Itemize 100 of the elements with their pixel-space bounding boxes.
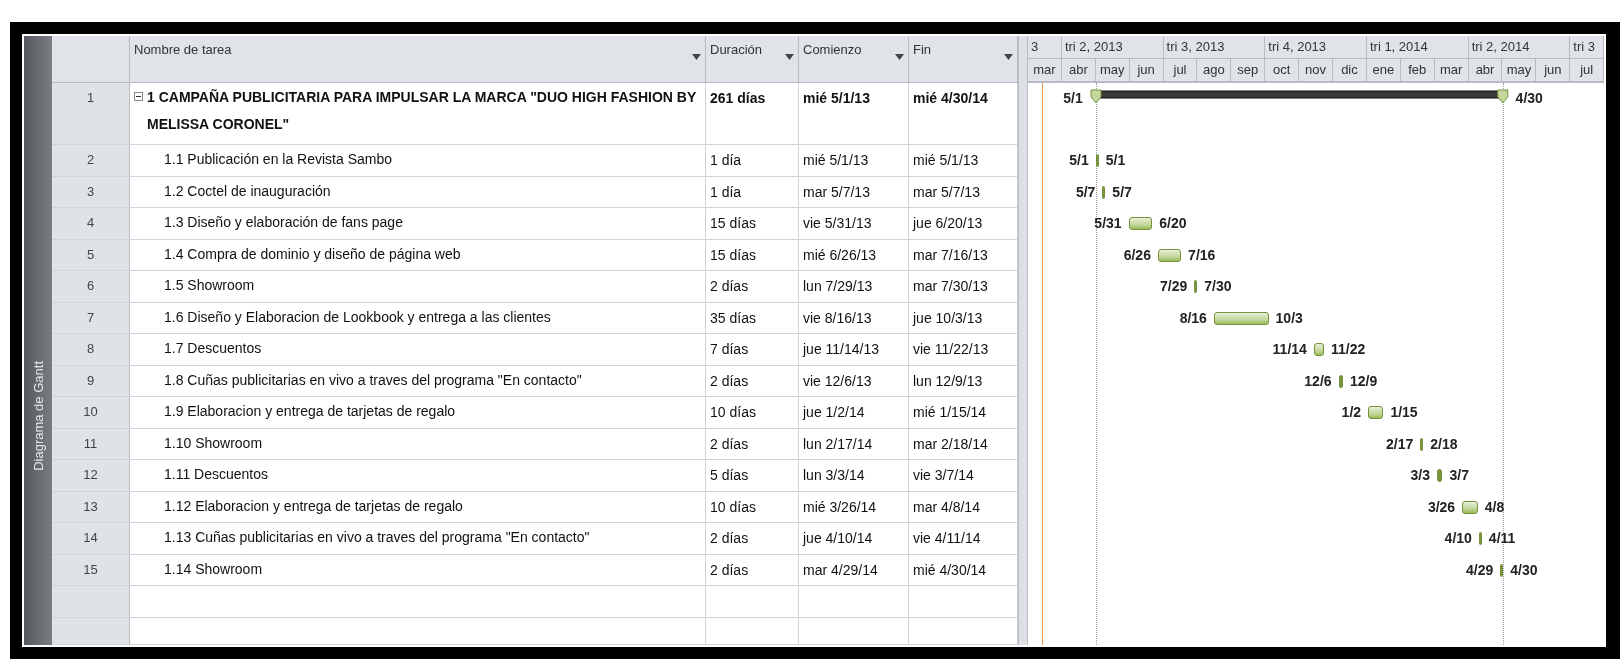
month-label: jun: [1544, 62, 1562, 77]
month-label: abr: [1475, 62, 1495, 77]
row-header[interactable]: 4: [52, 208, 130, 239]
row-header[interactable]: 9: [52, 365, 130, 396]
quarter-label: tri 4, 2013: [1268, 39, 1327, 54]
finish-date-cell: vie 4/11/14: [913, 530, 981, 546]
bar-start-date: 5/1: [1063, 90, 1083, 106]
quarter-label: 3: [1031, 39, 1039, 54]
row-header[interactable]: 14: [52, 523, 130, 554]
dropdown-arrow-icon[interactable]: [1004, 54, 1013, 60]
bar-end-date: 5/7: [1112, 183, 1132, 200]
summary-bar[interactable]: [1089, 89, 1509, 105]
finish-date-cell: mar 4/8/14: [913, 498, 980, 515]
bar-start-date: 6/26: [1123, 246, 1151, 263]
task-bar[interactable]: [1213, 311, 1269, 325]
row-header[interactable]: 7: [52, 302, 130, 333]
finish-date-cell: jue 10/3/13: [913, 309, 983, 326]
task-name: 1.5 Showroom: [164, 276, 255, 295]
task-bar[interactable]: [1462, 500, 1478, 514]
bar-start-date: 11/14: [1272, 341, 1307, 357]
month-label: abr: [1068, 62, 1088, 77]
row-header[interactable]: 5: [52, 239, 130, 270]
start-date-cell: lun 3/3/14: [803, 467, 865, 483]
task-name: 1 CAMPAÑA PUBLICITARIA PARA IMPULSAR LA MARCA "DUO HIGH FASHION BY MELISSA CORONEL": [147, 88, 697, 134]
month-label: feb: [1408, 62, 1427, 77]
bar-start-date: 2/17: [1386, 435, 1414, 452]
start-date-cell: vie 12/6/13: [803, 372, 872, 389]
bar-end-date: 7/16: [1188, 246, 1216, 263]
bar-end-date: 3/7: [1449, 467, 1469, 483]
start-date-cell: jue 11/14/13: [803, 341, 880, 357]
column-header[interactable]: Comienzo: [803, 42, 862, 57]
dropdown-arrow-icon[interactable]: [785, 54, 794, 60]
start-date-cell: vie 8/16/13: [803, 309, 872, 326]
start-date-cell: mié 5/1/13: [803, 90, 870, 106]
column-header[interactable]: Duración: [710, 42, 763, 57]
duration-cell: 261 días: [710, 90, 766, 106]
column-header[interactable]: Fin: [913, 42, 932, 57]
task-name: 1.8 Cuñas publicitarias en vivo a traves del programa "En contacto": [164, 370, 582, 390]
month-label: may: [1506, 62, 1532, 77]
month-label: jun: [1137, 62, 1155, 77]
quarter-label: tri 3, 2013: [1166, 39, 1225, 54]
row-header[interactable]: 6: [52, 271, 130, 302]
task-bar[interactable]: [1500, 563, 1504, 577]
task-bar[interactable]: [1420, 437, 1424, 451]
row-header[interactable]: 13: [52, 491, 130, 522]
task-bar[interactable]: [1478, 532, 1482, 545]
month-label: jul: [1173, 62, 1187, 77]
task-name: 1.10 Showroom: [164, 433, 263, 453]
row-header[interactable]: 1: [52, 83, 130, 144]
duration-cell: 2 días: [710, 530, 749, 546]
row-header[interactable]: 2: [52, 145, 130, 176]
column-header[interactable]: Nombre de tarea: [134, 42, 232, 57]
bar-end-date: 5/1: [1105, 152, 1126, 168]
task-bar[interactable]: [1437, 469, 1443, 482]
bar-start-date: 7/29: [1159, 278, 1188, 294]
start-date-cell: lun 2/17/14: [803, 435, 873, 452]
month-label: jul: [1580, 62, 1594, 77]
task-bar[interactable]: [1313, 343, 1325, 356]
bar-end-date: 2/18: [1430, 435, 1458, 452]
duration-cell: 5 días: [710, 467, 749, 483]
finish-date-cell: lun 12/9/13: [913, 372, 983, 389]
month-label: mar: [1439, 62, 1463, 77]
row-header[interactable]: 3: [52, 176, 130, 207]
quarter-label: tri 2, 2014: [1471, 39, 1530, 54]
bar-start-date: 5/7: [1075, 183, 1096, 200]
start-date-cell: vie 5/31/13: [803, 215, 872, 231]
start-date-cell: mié 3/26/14: [803, 498, 877, 515]
finish-date-cell: vie 11/22/13: [913, 341, 989, 357]
row-header[interactable]: 10: [52, 397, 130, 428]
duration-cell: 2 días: [710, 278, 749, 294]
collapse-icon[interactable]: [134, 92, 143, 101]
row-header[interactable]: 12: [52, 460, 130, 491]
task-bar[interactable]: [1095, 154, 1099, 167]
month-label: ene: [1372, 62, 1395, 77]
row-header[interactable]: 8: [52, 334, 130, 365]
bar-end-date: 4/30: [1515, 90, 1543, 106]
task-name: 1.2 Coctel de inauguración: [164, 181, 331, 201]
start-date-cell: jue 1/2/14: [803, 404, 865, 420]
duration-cell: 35 días: [710, 309, 756, 326]
row-header[interactable]: 11: [52, 428, 130, 459]
row-header[interactable]: 15: [52, 554, 130, 585]
duration-cell: 1 día: [710, 183, 742, 200]
bar-start-date: 3/3: [1410, 467, 1430, 483]
task-bar[interactable]: [1368, 406, 1384, 419]
dropdown-arrow-icon[interactable]: [692, 54, 701, 60]
start-date-cell: mar 5/7/13: [803, 183, 870, 200]
dropdown-arrow-icon[interactable]: [895, 54, 904, 60]
task-name: 1.3 Diseño y elaboración de fans page: [164, 213, 403, 232]
finish-date-cell: mar 7/16/13: [913, 246, 988, 263]
task-bar[interactable]: [1102, 185, 1106, 199]
finish-date-cell: mar 7/30/13: [913, 278, 988, 294]
task-name: 1.12 Elaboracion y entrega de tarjetas de regalo: [164, 496, 463, 516]
task-bar[interactable]: [1157, 248, 1182, 262]
task-bar[interactable]: [1128, 217, 1153, 230]
task-bar[interactable]: [1194, 280, 1198, 293]
duration-cell: 2 días: [710, 435, 749, 452]
bar-end-date: 4/11: [1488, 530, 1516, 546]
task-bar[interactable]: [1338, 374, 1343, 388]
bar-end-date: 12/9: [1349, 372, 1378, 389]
duration-cell: 2 días: [710, 561, 749, 578]
